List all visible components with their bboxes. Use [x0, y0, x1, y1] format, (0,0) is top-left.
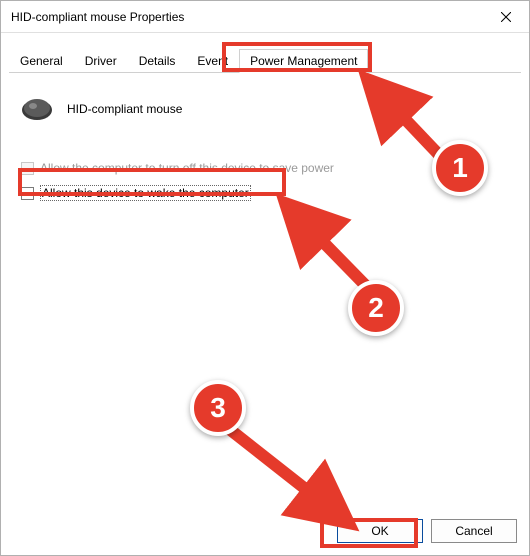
checkbox-box-icon — [21, 187, 34, 200]
tab-content: HID-compliant mouse Allow the computer t… — [1, 73, 529, 555]
device-row: HID-compliant mouse — [19, 95, 511, 123]
titlebar: HID-compliant mouse Properties — [1, 1, 529, 33]
checkbox-allow-turnoff-label: Allow the computer to turn off this devi… — [40, 161, 334, 175]
tab-bar: General Driver Details Event Power Manag… — [9, 47, 521, 73]
close-button[interactable] — [483, 1, 529, 33]
properties-dialog: HID-compliant mouse Properties General D… — [0, 0, 530, 556]
checkbox-box-icon — [21, 162, 34, 175]
tab-driver[interactable]: Driver — [74, 48, 128, 72]
device-name-label: HID-compliant mouse — [67, 102, 182, 116]
window-title: HID-compliant mouse Properties — [11, 10, 483, 24]
ok-button[interactable]: OK — [337, 519, 423, 543]
cancel-button[interactable]: Cancel — [431, 519, 517, 543]
close-icon — [501, 12, 511, 22]
tab-events[interactable]: Event — [186, 48, 239, 72]
checkbox-allow-wake-label: Allow this device to wake the computer — [40, 185, 251, 201]
tab-general[interactable]: General — [9, 48, 74, 72]
tab-details[interactable]: Details — [128, 48, 187, 72]
dialog-buttons: OK Cancel — [337, 519, 517, 543]
tab-power-management[interactable]: Power Management — [239, 49, 368, 73]
mouse-icon — [19, 95, 55, 123]
checkbox-allow-wake[interactable]: Allow this device to wake the computer — [21, 185, 511, 201]
checkbox-allow-turnoff: Allow the computer to turn off this devi… — [21, 161, 511, 175]
